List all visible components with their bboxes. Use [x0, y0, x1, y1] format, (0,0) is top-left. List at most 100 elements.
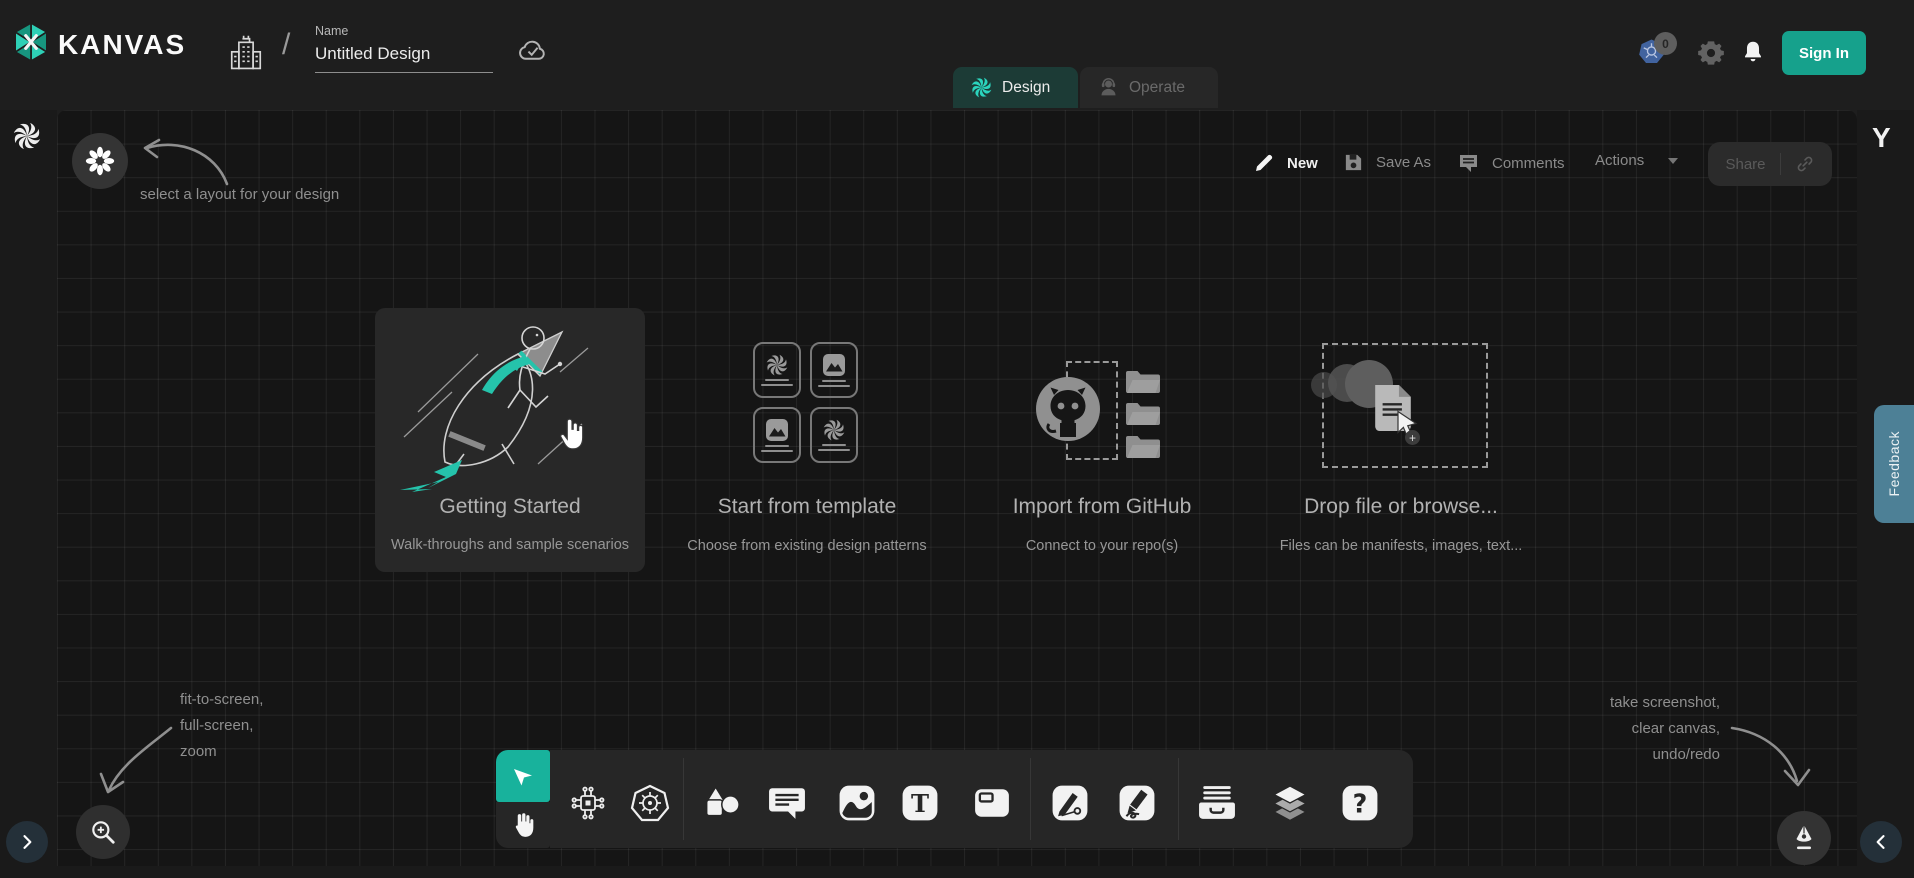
template-tile [810, 342, 858, 398]
bottom-right-hints: take screenshot, clear canvas, undo/redo [1457, 690, 1720, 768]
layout-hint-icon [84, 145, 116, 177]
toolbar-divider [1030, 758, 1031, 840]
expand-sidebar-button[interactable] [6, 821, 48, 863]
archive-drawer-icon [1198, 785, 1236, 821]
name-label: Name [315, 24, 493, 38]
add-file-badge: + [1405, 430, 1420, 445]
new-button[interactable]: New [1253, 152, 1318, 174]
kanvas-app: KANVAS / Name [0, 0, 1914, 878]
zoom-icon [89, 818, 117, 846]
pan-hand-icon [510, 811, 536, 839]
share-button[interactable]: Share [1708, 142, 1832, 186]
template-thumbnails [753, 342, 858, 463]
tab-operate[interactable]: Operate [1080, 67, 1218, 108]
select-cursor-icon [511, 764, 535, 788]
start-from-template-card[interactable]: Start from template Choose from existing… [657, 338, 957, 578]
feedback-label: Feedback [1886, 431, 1902, 496]
sign-in-button[interactable]: Sign In [1782, 31, 1866, 75]
comments-icon [1457, 152, 1480, 174]
kubernetes-icon [630, 783, 670, 823]
template-tile [753, 342, 801, 398]
operate-tab-icon [1098, 77, 1119, 98]
zoom-button[interactable] [76, 805, 130, 859]
design-name-field: Name [315, 24, 493, 73]
pen-nib-icon [1790, 823, 1818, 853]
comments-button[interactable]: Comments [1457, 152, 1565, 174]
credits-indicator[interactable]: 0 [1638, 32, 1684, 66]
left-edge-panel [0, 110, 57, 866]
image-icon [822, 353, 846, 377]
bottom-left-hint-arrow [93, 712, 193, 812]
layers-tool-button[interactable] [1268, 781, 1312, 825]
save-as-button[interactable]: Save As [1343, 152, 1431, 173]
share-link-icon [1795, 154, 1815, 174]
circuit-tool-button[interactable] [566, 781, 610, 825]
repo-folder-icon [1125, 368, 1161, 394]
yaml-view-toggle[interactable]: Y [1872, 122, 1891, 154]
select-tool-button[interactable] [496, 750, 550, 802]
right-edge-panel: Y Feedback [1857, 110, 1914, 866]
pen-path-tool-button[interactable] [1048, 781, 1092, 825]
design-tab-icon [971, 77, 992, 98]
image-icon [765, 418, 789, 442]
collapse-sidebar-button[interactable] [1860, 821, 1902, 863]
svg-text:?: ? [1353, 789, 1368, 819]
pan-tool-button[interactable] [496, 802, 550, 848]
image-frame-icon [838, 784, 876, 822]
shapes-tool-button[interactable] [700, 781, 744, 825]
github-subtitle: Connect to your repo(s) [952, 538, 1252, 554]
text-icon: T [901, 784, 939, 822]
comment-bubble-icon [768, 786, 806, 820]
repo-folder-icon [1125, 400, 1161, 426]
kubernetes-tool-button[interactable] [628, 781, 672, 825]
layout-hint-arrow [119, 124, 239, 190]
help-icon: ? [1341, 784, 1379, 822]
drop-file-card[interactable]: + Drop file or browse... Files can be ma… [1245, 338, 1557, 578]
organization-icon[interactable] [228, 34, 264, 77]
help-tool-button[interactable]: ? [1338, 781, 1382, 825]
pen-path-icon [1051, 784, 1089, 822]
logo-icon [12, 20, 50, 69]
save-as-icon [1343, 152, 1364, 173]
import-github-card[interactable]: Import from GitHub Connect to your repo(… [952, 338, 1252, 578]
tab-design[interactable]: Design [953, 67, 1078, 108]
template-title: Start from template [657, 495, 957, 519]
pencil-scribble-icon [1118, 784, 1156, 822]
archive-tool-button[interactable] [1195, 781, 1239, 825]
image-tool-button[interactable] [835, 781, 879, 825]
github-title: Import from GitHub [952, 495, 1252, 519]
toolbar-divider [683, 758, 684, 840]
layout-hint-text: select a layout for your design [140, 186, 339, 203]
getting-started-title: Getting Started [375, 495, 645, 519]
drop-subtitle: Files can be manifests, images, text... [1245, 538, 1557, 554]
operate-tab-label: Operate [1129, 79, 1185, 97]
brand-name: KANVAS [58, 29, 186, 61]
layers-icon [1271, 785, 1309, 822]
template-tile [810, 407, 858, 463]
design-tab-label: Design [1002, 79, 1050, 97]
template-tile [753, 407, 801, 463]
pointer-tools [496, 750, 550, 848]
drop-title: Drop file or browse... [1245, 495, 1557, 519]
frame-tool-button[interactable] [970, 781, 1014, 825]
comment-tool-button[interactable] [765, 781, 809, 825]
pencil-tool-button[interactable] [1115, 781, 1159, 825]
settings-icon[interactable] [1697, 39, 1725, 72]
sync-status-icon [516, 36, 550, 67]
text-tool-button[interactable]: T [898, 781, 942, 825]
pen-mode-button[interactable] [1777, 811, 1831, 865]
feedback-button[interactable]: Feedback [1874, 405, 1914, 523]
svg-text:T: T [911, 789, 929, 818]
canvas-spinner-icon [13, 122, 41, 155]
actions-menu-button[interactable]: Actions [1595, 152, 1680, 169]
bottom-right-hint-arrow [1717, 715, 1817, 807]
getting-started-card[interactable]: Getting Started Walk-throughs and sample… [375, 308, 645, 572]
template-subtitle: Choose from existing design patterns [657, 538, 957, 554]
frame-tab-icon [973, 784, 1011, 822]
new-icon [1253, 152, 1275, 174]
notifications-icon[interactable] [1740, 38, 1766, 71]
kanvas-logo[interactable]: KANVAS [12, 20, 186, 69]
pinwheel-icon [823, 419, 845, 441]
design-name-input[interactable] [315, 42, 493, 73]
design-canvas[interactable]: New Save As Comments Actions [57, 110, 1857, 866]
